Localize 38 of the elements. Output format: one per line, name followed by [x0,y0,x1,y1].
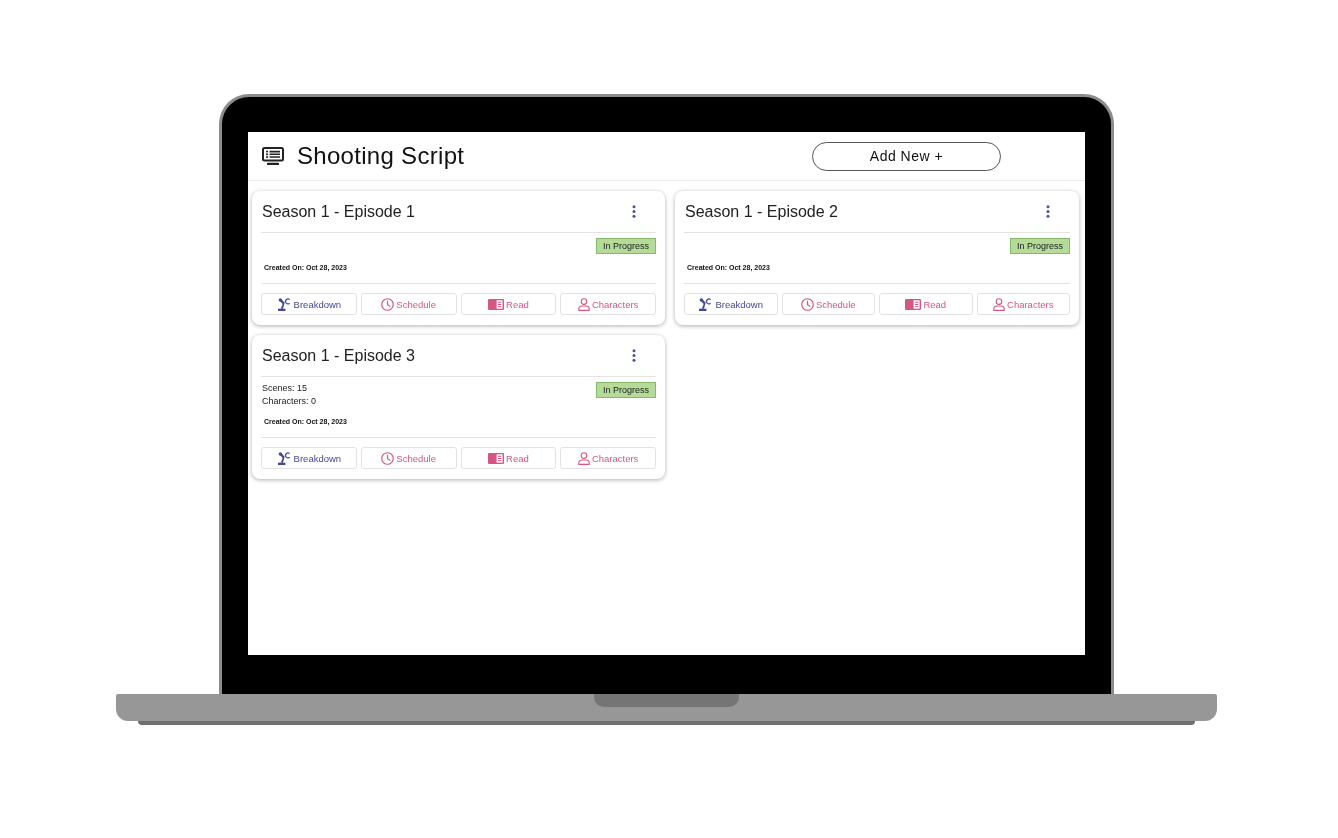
kebab-menu-icon[interactable] [1046,205,1050,218]
person-icon [577,297,590,311]
breakdown-button[interactable]: Breakdown [261,447,357,469]
robot-arm-icon [276,451,292,465]
characters-button[interactable]: Characters [560,447,656,469]
status-badge: In Progress [1009,238,1070,254]
book-icon [905,298,922,310]
read-button[interactable]: Read [879,293,973,315]
screen-list-icon [262,147,284,165]
person-icon [577,451,590,465]
clock-icon [381,297,395,311]
clock-icon [381,451,395,465]
schedule-button[interactable]: Schedule [781,293,875,315]
episode-title: Season 1 - Episode 2 [684,202,839,221]
kebab-menu-icon[interactable] [632,205,636,218]
page-title: Shooting Script [297,142,465,170]
breakdown-button[interactable]: Breakdown [261,293,357,315]
breakdown-button[interactable]: Breakdown [684,293,778,315]
add-new-button[interactable]: Add New + [812,141,1001,171]
status-badge: In Progress [595,238,656,254]
episode-title: Season 1 - Episode 1 [261,202,416,221]
robot-arm-icon [276,297,292,311]
person-icon [993,297,1005,311]
characters-button[interactable]: Characters [560,293,656,315]
episode-stat: Scenes: 15 [262,382,309,395]
read-button[interactable]: Read [460,447,557,469]
schedule-button[interactable]: Schedule [360,447,457,469]
episode-stat: Characters: 0 [262,395,317,408]
read-button[interactable]: Read [460,293,557,315]
characters-button[interactable]: Characters [976,293,1070,315]
book-icon [488,452,504,464]
book-icon [488,298,504,310]
kebab-menu-icon[interactable] [632,349,636,362]
robot-arm-icon [698,297,714,311]
episode-title: Season 1 - Episode 3 [261,346,416,365]
clock-icon [800,297,814,311]
schedule-button[interactable]: Schedule [360,293,457,315]
status-badge: In Progress [595,382,656,398]
